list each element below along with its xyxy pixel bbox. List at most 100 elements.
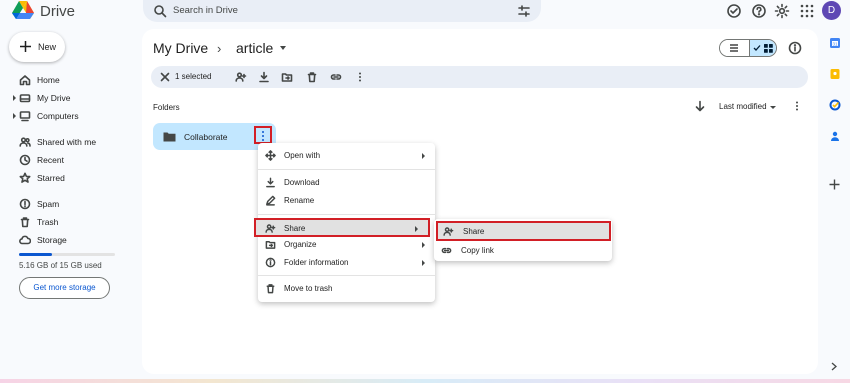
clock-icon bbox=[19, 154, 31, 166]
folder-menu-caret-icon[interactable] bbox=[280, 46, 286, 50]
storage-progress-bar bbox=[19, 253, 115, 256]
sidebar-item-label: Shared with me bbox=[37, 137, 97, 147]
bottom-decorative-strip bbox=[0, 379, 850, 383]
folder-actions-button[interactable] bbox=[254, 126, 272, 144]
sort-by-button[interactable]: Last modified bbox=[719, 102, 767, 111]
submenu-arrow-icon bbox=[415, 226, 418, 232]
sidebar-item-spam[interactable]: Spam bbox=[0, 196, 130, 213]
submenu-arrow-icon bbox=[422, 242, 425, 248]
contacts-icon[interactable] bbox=[829, 130, 841, 142]
grid-view-button[interactable] bbox=[749, 40, 776, 56]
sidebar-item-trash[interactable]: Trash bbox=[0, 214, 130, 231]
move-icon bbox=[265, 150, 276, 161]
folder-context-menu: Open with Download Rename Share Organize… bbox=[254, 143, 435, 302]
view-toggle[interactable] bbox=[719, 39, 777, 57]
download-icon bbox=[266, 177, 275, 188]
avatar[interactable]: D bbox=[822, 1, 841, 20]
menu-item-organize[interactable]: Organize bbox=[258, 236, 435, 254]
menu-divider bbox=[258, 169, 435, 170]
sidebar-item-recent[interactable]: Recent bbox=[0, 152, 130, 169]
sidebar-item-label: Recent bbox=[37, 155, 64, 165]
share-person-icon[interactable] bbox=[235, 71, 247, 83]
calendar-icon[interactable]: 31 bbox=[829, 37, 841, 49]
add-addon-icon[interactable] bbox=[828, 178, 841, 191]
sidebar-item-my-drive[interactable]: My Drive bbox=[0, 90, 130, 107]
drive-logo-icon bbox=[12, 1, 34, 19]
link-icon[interactable] bbox=[330, 71, 342, 83]
menu-item-label: Move to trash bbox=[284, 284, 333, 293]
submenu-item-share[interactable]: Share bbox=[436, 221, 611, 241]
move-to-folder-icon[interactable] bbox=[281, 71, 293, 83]
submenu-item-copy-link[interactable]: Copy link bbox=[434, 241, 612, 259]
sidebar-item-label: Computers bbox=[37, 111, 79, 121]
cloud-icon bbox=[19, 235, 31, 245]
sidebar-item-label: Storage bbox=[37, 235, 67, 245]
breadcrumb-current-folder[interactable]: article bbox=[236, 40, 273, 56]
submenu-arrow-icon bbox=[422, 260, 425, 266]
storage-usage-text: 5.16 GB of 15 GB used bbox=[19, 261, 102, 270]
sidebar-item-storage[interactable]: Storage bbox=[0, 232, 130, 249]
keep-icon[interactable] bbox=[829, 68, 841, 80]
more-vert-icon bbox=[262, 131, 264, 141]
menu-item-label: Organize bbox=[284, 240, 317, 249]
menu-item-label: Folder information bbox=[284, 258, 349, 267]
new-button-label: New bbox=[38, 42, 57, 52]
search-bar[interactable]: Search in Drive bbox=[143, 0, 541, 22]
tasks-icon[interactable] bbox=[829, 99, 841, 111]
drive-logo[interactable] bbox=[12, 0, 34, 20]
sidebar-item-computers[interactable]: Computers bbox=[0, 108, 130, 125]
gear-icon[interactable] bbox=[774, 3, 790, 19]
get-more-storage-button[interactable]: Get more storage bbox=[19, 277, 110, 299]
link-icon bbox=[441, 247, 452, 254]
ready-offline-icon[interactable] bbox=[726, 3, 742, 19]
more-vert-icon[interactable] bbox=[354, 71, 366, 83]
menu-item-folder-information[interactable]: Folder information bbox=[258, 254, 435, 272]
help-icon[interactable] bbox=[751, 3, 767, 19]
sidebar-item-starred[interactable]: Starred bbox=[0, 170, 130, 187]
more-vert-icon[interactable] bbox=[791, 100, 803, 112]
sort-caret-icon[interactable] bbox=[770, 106, 776, 109]
close-icon[interactable] bbox=[159, 71, 171, 83]
plus-icon bbox=[20, 41, 31, 52]
search-options-icon[interactable] bbox=[517, 4, 531, 18]
menu-item-move-to-trash[interactable]: Move to trash bbox=[258, 280, 435, 298]
sidebar-item-label: Trash bbox=[37, 217, 59, 227]
sort-direction-arrow-icon[interactable] bbox=[694, 100, 706, 112]
trash-icon[interactable] bbox=[306, 71, 318, 83]
search-icon[interactable] bbox=[153, 4, 167, 18]
storage-progress-fill bbox=[19, 253, 53, 256]
trash-icon bbox=[20, 217, 30, 228]
list-view-button[interactable] bbox=[720, 40, 749, 56]
main-panel: My Drive › article 1 selected Folders La… bbox=[142, 29, 818, 374]
people-icon bbox=[19, 137, 31, 147]
search-input[interactable]: Search in Drive bbox=[173, 5, 238, 16]
chevron-right-icon[interactable] bbox=[830, 362, 838, 371]
submenu-item-label: Copy link bbox=[461, 246, 494, 255]
download-icon[interactable] bbox=[258, 71, 270, 83]
expand-caret-icon[interactable] bbox=[13, 113, 16, 119]
app-title: Drive bbox=[40, 3, 76, 20]
share-person-icon bbox=[265, 224, 276, 233]
sidebar-item-shared-with-me[interactable]: Shared with me bbox=[0, 134, 130, 151]
svg-text:31: 31 bbox=[832, 41, 838, 46]
breadcrumb-separator: › bbox=[217, 41, 222, 56]
selected-count: 1 selected bbox=[175, 72, 212, 81]
apps-grid-icon[interactable] bbox=[799, 3, 815, 19]
sidebar-item-home[interactable]: Home bbox=[0, 72, 130, 89]
submenu-item-label: Share bbox=[463, 227, 485, 236]
folder-icon bbox=[163, 132, 176, 142]
info-icon[interactable] bbox=[788, 41, 802, 55]
new-button[interactable]: New bbox=[9, 32, 65, 62]
folders-heading: Folders bbox=[153, 103, 180, 112]
menu-item-download[interactable]: Download bbox=[258, 174, 435, 192]
drive-icon bbox=[19, 94, 31, 103]
menu-divider bbox=[258, 275, 435, 276]
menu-item-rename[interactable]: Rename bbox=[258, 192, 435, 210]
share-person-icon bbox=[443, 227, 454, 236]
menu-divider bbox=[258, 214, 435, 215]
breadcrumb-root[interactable]: My Drive bbox=[153, 40, 208, 56]
expand-caret-icon[interactable] bbox=[13, 95, 16, 101]
submenu-arrow-icon bbox=[422, 153, 425, 159]
menu-item-share[interactable]: Share bbox=[254, 218, 430, 237]
menu-item-open-with[interactable]: Open with bbox=[258, 147, 435, 165]
